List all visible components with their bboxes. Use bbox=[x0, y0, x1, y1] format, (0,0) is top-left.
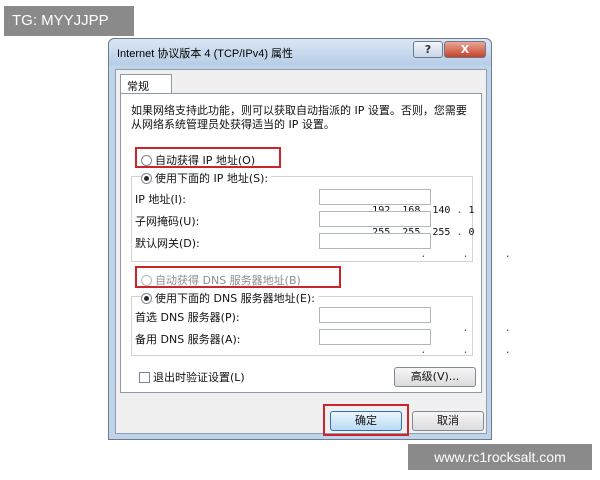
help-button[interactable]: ? bbox=[413, 41, 443, 58]
alternate-dns-label: 备用 DNS 服务器(A): bbox=[135, 333, 241, 346]
watermark-top-left: TG: MYYJJPP bbox=[4, 6, 134, 36]
manual-dns-label: 使用下面的 DNS 服务器地址(E): bbox=[155, 292, 315, 305]
auto-dns-highlight bbox=[135, 266, 341, 288]
validate-settings-label: 退出时验证设置(L) bbox=[153, 371, 245, 384]
manual-ip-radio[interactable] bbox=[141, 172, 152, 184]
validate-settings-option[interactable]: 退出时验证设置(L) bbox=[139, 369, 245, 385]
mask-octet-3: 255 bbox=[432, 227, 451, 238]
title-bar[interactable]: Internet 协议版本 4 (TCP/IPv4) 属性 ? X bbox=[109, 39, 491, 65]
default-gateway-input[interactable]: . . . bbox=[319, 233, 511, 260]
auto-ip-highlight bbox=[135, 147, 281, 168]
manual-ip-label: 使用下面的 IP 地址(S): bbox=[155, 172, 269, 185]
validate-settings-checkbox[interactable] bbox=[139, 371, 150, 383]
close-button[interactable]: X bbox=[444, 41, 486, 58]
manual-dns-radio[interactable] bbox=[141, 292, 152, 304]
ip-octet-3: 140 bbox=[432, 205, 451, 216]
ip-octet-4: 1 bbox=[468, 205, 475, 216]
watermark-bottom-right: www.rc1rocksalt.com bbox=[408, 444, 592, 470]
ip-address-label: IP 地址(I): bbox=[135, 193, 186, 206]
preferred-dns-label: 首选 DNS 服务器(P): bbox=[135, 311, 240, 324]
tcpip-properties-dialog: Internet 协议版本 4 (TCP/IPv4) 属性 ? X 常规 如果网… bbox=[108, 38, 511, 440]
advanced-button[interactable]: 高级(V)... bbox=[394, 367, 476, 387]
general-panel: 如果网络支持此功能，则可以获取自动指派的 IP 设置。否则，您需要从网络系统管理… bbox=[120, 93, 511, 393]
mask-octet-4: 0 bbox=[468, 227, 475, 238]
ok-button-highlight bbox=[323, 404, 409, 436]
tab-general[interactable]: 常规 bbox=[120, 74, 172, 94]
manual-ip-option[interactable]: 使用下面的 IP 地址(S): bbox=[141, 170, 272, 186]
default-gateway-label: 默认网关(D): bbox=[135, 237, 200, 250]
ip-address-input[interactable]: 192 .168 .140 . 1 bbox=[319, 189, 475, 216]
alternate-dns-input[interactable]: . . . bbox=[319, 329, 511, 356]
manual-dns-option[interactable]: 使用下面的 DNS 服务器地址(E): bbox=[141, 290, 318, 306]
subnet-mask-input[interactable]: 255 .255 .255 . 0 bbox=[319, 211, 475, 238]
dialog-body: 常规 如果网络支持此功能，则可以获取自动指派的 IP 设置。否则，您需要从网络系… bbox=[115, 69, 511, 436]
cancel-button[interactable]: 取消 bbox=[412, 411, 484, 431]
preferred-dns-input[interactable]: . . . bbox=[319, 307, 511, 334]
subnet-mask-label: 子网掩码(U): bbox=[135, 215, 200, 228]
description-text: 如果网络支持此功能，则可以获取自动指派的 IP 设置。否则，您需要从网络系统管理… bbox=[131, 104, 467, 131]
window-title: Internet 协议版本 4 (TCP/IPv4) 属性 bbox=[117, 48, 294, 60]
